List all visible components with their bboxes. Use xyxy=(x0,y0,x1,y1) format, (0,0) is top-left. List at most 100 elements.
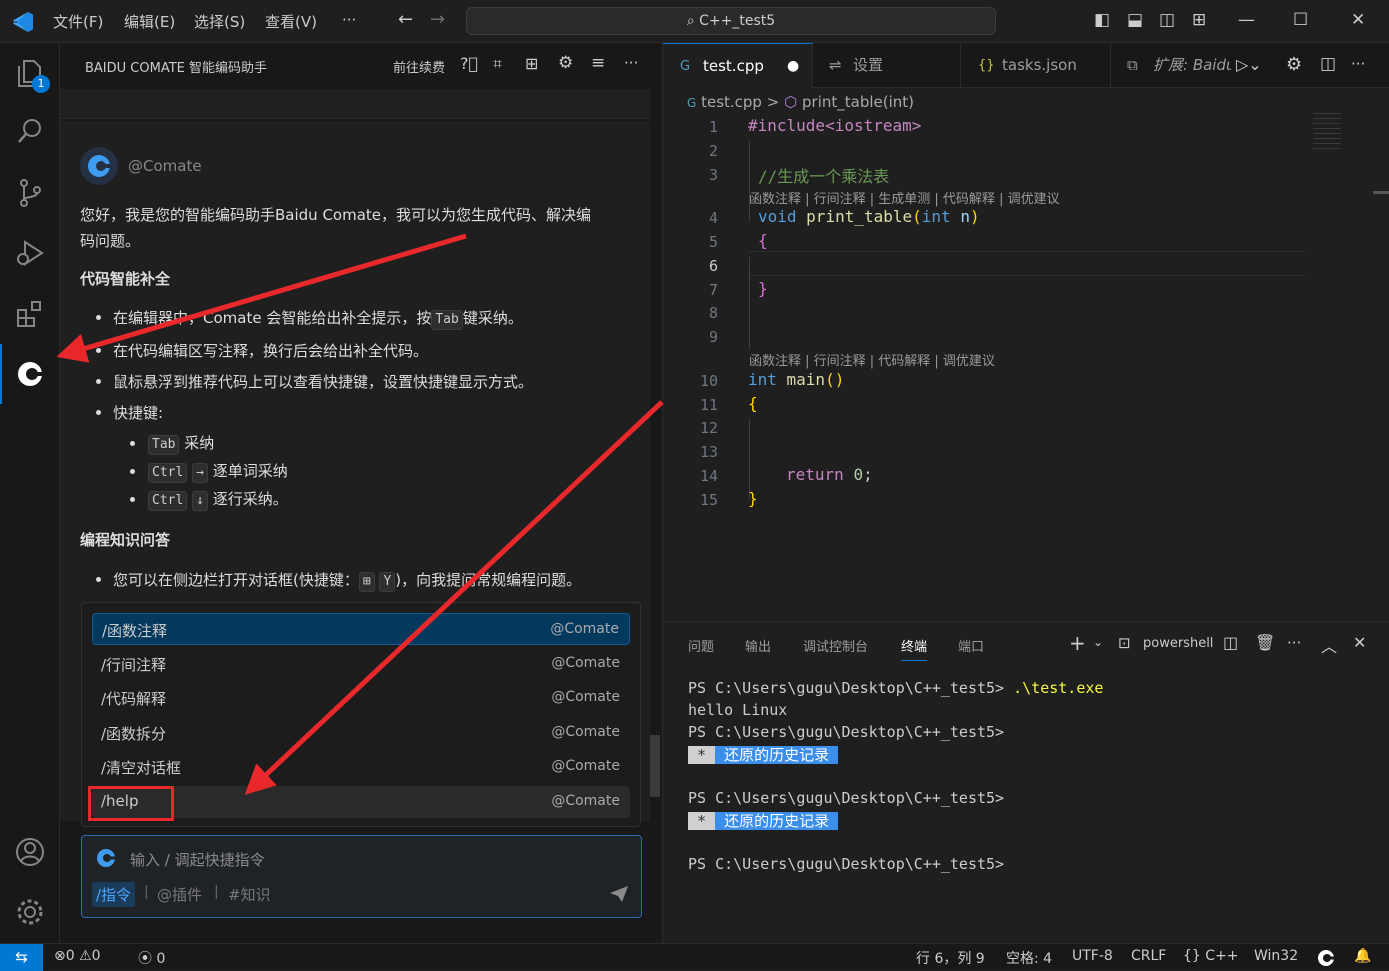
tab-output[interactable]: 输出 xyxy=(745,636,771,655)
tab-settings[interactable]: ⇌ 设置 xyxy=(813,43,961,88)
broadcast-icon: ⦿ xyxy=(138,951,152,967)
trash-icon[interactable]: 🗑 xyxy=(1255,633,1275,652)
source-control-icon[interactable] xyxy=(10,173,50,213)
menu-selection[interactable]: 选择(S) xyxy=(194,11,245,32)
menu-view[interactable]: 查看(V) xyxy=(265,11,317,32)
line-number: 4 xyxy=(708,209,718,227)
split-terminal-icon[interactable]: ◫ xyxy=(1223,633,1238,652)
explorer-badge: 1 xyxy=(32,75,50,93)
codelens-actions-2[interactable]: 函数注释 | 行间注释 | 代码解释 | 调优建议 xyxy=(749,350,995,369)
code-line-5[interactable]: { xyxy=(758,231,768,250)
codelens-actions-1[interactable]: 函数注释 | 行间注释 | 生成单测 | 代码解释 | 调优建议 xyxy=(749,188,1060,207)
extensions-icon[interactable] xyxy=(10,294,50,334)
help-icon[interactable]: ?⃝ xyxy=(460,54,478,73)
line-number: 2 xyxy=(708,142,718,160)
toggle-secondary-sidebar-icon[interactable]: ◫ xyxy=(1159,10,1175,30)
chat-top-block xyxy=(60,89,650,119)
terminal-panel: 问题 输出 调试控制台 终端 端口 + ⌄ ⊡ powershell ◫ 🗑 ·… xyxy=(663,621,1389,943)
customize-layout-icon[interactable]: ⊞ xyxy=(1192,10,1206,30)
tab-problems[interactable]: 问题 xyxy=(688,636,714,655)
tab-terminal[interactable]: 终端 xyxy=(901,636,928,661)
tab-test-cpp[interactable]: G test.cpp ● xyxy=(663,43,813,88)
maximize-panel-chevron-icon[interactable]: ︿ xyxy=(1321,633,1337,657)
remote-indicator[interactable]: ⇆ xyxy=(0,944,43,971)
terminal-shell-icon[interactable]: ⊡ xyxy=(1118,634,1131,652)
terminal-dropdown-icon[interactable]: ⌄ xyxy=(1093,635,1103,649)
history-restored-marker: * 还原的历史记录 xyxy=(688,812,839,830)
encoding[interactable]: UTF-8 xyxy=(1072,948,1113,964)
search-view-icon[interactable] xyxy=(10,111,50,151)
terminal-more-icon[interactable]: ··· xyxy=(1287,634,1301,652)
line-ending[interactable]: CRLF xyxy=(1131,948,1166,964)
indentation[interactable]: 空格: 4 xyxy=(1006,948,1052,968)
tab-debug-console[interactable]: 调试控制台 xyxy=(803,636,868,655)
editor-scrollbar[interactable] xyxy=(1373,191,1389,194)
intro-text: 您好，我是您的智能编码助手Baidu Comate，我可以为您生成代码、解决编 xyxy=(80,206,592,224)
command-center-search[interactable]: ⌕ C++_test5 xyxy=(466,7,996,35)
code-line-7[interactable]: } xyxy=(758,279,768,298)
chat-icon[interactable]: ⌗ xyxy=(493,54,502,74)
bot-name: @Comate xyxy=(128,157,202,175)
cursor-position[interactable]: 行 6，列 9 xyxy=(916,948,985,968)
code-line-1[interactable]: #include<iostream> xyxy=(748,116,921,135)
more-actions-icon[interactable]: ··· xyxy=(624,54,638,72)
code-line-4[interactable]: void print_table(int n) xyxy=(758,207,980,226)
minimize-icon[interactable]: — xyxy=(1238,10,1255,30)
toggle-panel-icon[interactable]: ⬓ xyxy=(1127,10,1143,30)
tab-ports[interactable]: 端口 xyxy=(958,636,984,655)
code-line-14[interactable]: return 0; xyxy=(786,465,873,484)
code-line-11[interactable]: { xyxy=(748,394,758,413)
menu-more[interactable]: ··· xyxy=(342,11,356,29)
back-arrow-icon[interactable]: ← xyxy=(398,9,413,30)
popup-item-func-split[interactable]: /函数拆分 @Comate xyxy=(92,717,630,749)
run-code-icon[interactable]: ▷⌄ xyxy=(1236,55,1262,74)
popup-item-code-explain[interactable]: /代码解释 @Comate xyxy=(92,682,630,714)
editor-settings-gear-icon[interactable]: ⚙ xyxy=(1286,54,1302,75)
menu-file[interactable]: 文件(F) xyxy=(53,11,103,32)
popup-item-func-comment[interactable]: /函数注释 @Comate xyxy=(92,613,630,645)
bullet-text-5: 您可以在侧边栏打开对话框(快捷键： ⊞ Y)，向我提问常规编程问题。 xyxy=(113,569,581,592)
intro-text-2: 码问题。 xyxy=(80,232,141,250)
run-debug-icon[interactable] xyxy=(10,233,50,273)
new-terminal-plus-icon[interactable]: + xyxy=(1069,631,1086,655)
platform[interactable]: Win32 xyxy=(1254,948,1298,964)
comate-icon[interactable] xyxy=(10,354,50,394)
send-icon[interactable] xyxy=(609,885,629,903)
bullet xyxy=(96,577,101,582)
manage-gear-icon[interactable] xyxy=(10,892,50,932)
menu-edit[interactable]: 编辑(E) xyxy=(124,11,175,32)
plugins-icon[interactable]: ⊞ xyxy=(525,54,538,73)
tab-extension-baidu[interactable]: ⧉ 扩展: Baidu xyxy=(1111,43,1231,88)
comate-status-icon[interactable] xyxy=(1317,949,1335,967)
bullet xyxy=(96,410,101,415)
split-editor-icon[interactable]: ◫ xyxy=(1320,54,1336,74)
renew-link[interactable]: 前往续费 xyxy=(393,57,445,76)
code-line-10[interactable]: int main() xyxy=(748,370,844,389)
tab-tasks-json[interactable]: {} tasks.json xyxy=(961,43,1111,88)
tag-plugin[interactable]: @插件 xyxy=(157,884,202,905)
editor-more-icon[interactable]: ··· xyxy=(1351,55,1365,73)
chat-input-box[interactable]: 输入 / 调起快捷指令 /指令 | @插件 | #知识 xyxy=(81,835,642,918)
problems-indicator[interactable]: ⊗0 ⚠0 xyxy=(54,948,101,964)
toggle-primary-sidebar-icon[interactable]: ◧ xyxy=(1094,10,1110,30)
terminal-shell-name[interactable]: powershell xyxy=(1143,636,1213,651)
code-line-3[interactable]: //生成一个乘法表 xyxy=(758,163,889,187)
maximize-icon[interactable]: ☐ xyxy=(1293,10,1308,30)
settings-gear-icon[interactable]: ⚙ xyxy=(558,53,573,73)
account-icon[interactable] xyxy=(10,832,50,872)
explorer-icon[interactable]: 1 xyxy=(10,53,50,93)
popup-item-inline-comment[interactable]: /行间注释 @Comate xyxy=(92,648,630,680)
tag-command[interactable]: /指令 xyxy=(92,882,136,907)
popup-item-clear-chat[interactable]: /清空对话框 @Comate xyxy=(92,751,630,783)
menu-list-icon[interactable]: ≡ xyxy=(591,53,605,73)
chat-scrollbar[interactable] xyxy=(650,735,660,797)
tag-knowledge[interactable]: #知识 xyxy=(228,884,271,905)
ports-indicator[interactable]: ⦿ 0 xyxy=(138,948,165,968)
language-mode[interactable]: {} C++ xyxy=(1183,948,1239,964)
close-window-icon[interactable]: ✕ xyxy=(1351,10,1365,30)
code-line-15[interactable]: } xyxy=(748,489,758,508)
chat-input-placeholder[interactable]: 输入 / 调起快捷指令 xyxy=(130,849,265,870)
notifications-bell-icon[interactable]: 🔔 xyxy=(1354,948,1371,964)
forward-arrow-icon[interactable]: → xyxy=(430,9,445,30)
close-panel-icon[interactable]: ✕ xyxy=(1353,633,1366,652)
